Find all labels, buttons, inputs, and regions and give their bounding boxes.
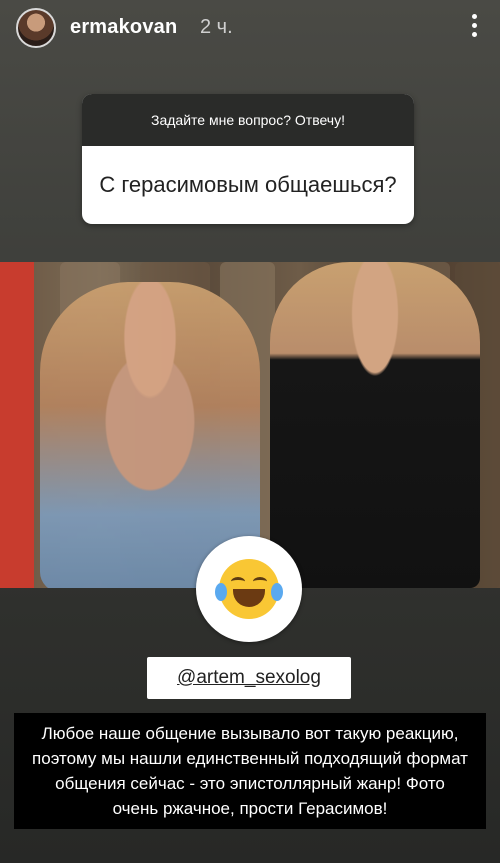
story-header: ermakovan 2 ч. xyxy=(0,0,500,56)
post-time: 2 ч. xyxy=(200,16,233,38)
caption-line: очень ржачное, прости Герасимов! xyxy=(112,799,388,818)
caption-line: общения сейчас - это эпистоллярный жанр!… xyxy=(55,774,445,793)
emoji-sticker xyxy=(196,536,302,642)
face-with-tears-of-joy-icon xyxy=(215,559,283,619)
mention-sticker[interactable]: @artem_sexolog xyxy=(147,657,351,699)
caption-line: Любое наше общение вызывало вот такую ре… xyxy=(41,724,459,743)
story-caption: Любое наше общение вызывало вот такую ре… xyxy=(14,713,486,829)
red-object xyxy=(0,262,34,588)
question-text: С герасимовым общаешься? xyxy=(99,172,397,197)
more-options-icon[interactable] xyxy=(470,14,478,40)
question-sticker: Задайте мне вопрос? Отвечу! С герасимовы… xyxy=(82,94,414,224)
profile-avatar[interactable] xyxy=(16,8,56,48)
question-prompt: Задайте мне вопрос? Отвечу! xyxy=(82,94,414,146)
man-figure xyxy=(270,262,480,588)
caption-line: поэтому мы нашли единственный подходящий… xyxy=(32,749,468,768)
username[interactable]: ermakovan xyxy=(70,16,177,39)
mention-text[interactable]: @artem_sexolog xyxy=(177,667,321,689)
